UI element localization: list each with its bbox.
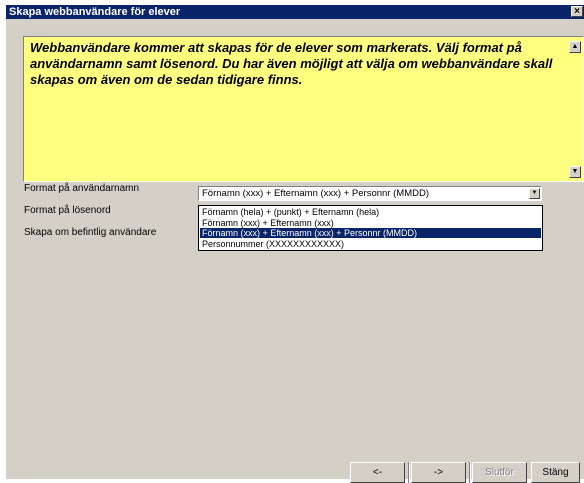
info-panel: Webbanvändare kommer att skapas för de e… [23, 36, 584, 182]
arrow-up-icon: ▲ [571, 43, 579, 50]
username-format-select[interactable]: Förnamn (xxx) + Efternamn (xxx) + Person… [198, 186, 542, 201]
close-button[interactable]: Stäng [531, 462, 580, 483]
close-icon: × [574, 6, 580, 17]
title-bar[interactable]: Skapa webbanvändare för elever × [6, 5, 584, 19]
password-format-label: Format på lösenord [24, 205, 111, 216]
username-format-dropdown: Förnamn (hela) + (punkt) + Efternamn (he… [198, 205, 543, 251]
close-window-button[interactable]: × [571, 6, 583, 17]
dropdown-option[interactable]: Förnamn (xxx) + Efternamn (xxx) [200, 218, 541, 228]
dropdown-option-selected[interactable]: Förnamn (xxx) + Efternamn (xxx) + Person… [200, 228, 541, 238]
dialog-window: Skapa webbanvändare för elever × Webbanv… [5, 4, 584, 483]
arrow-down-icon: ▼ [571, 168, 579, 175]
finish-button[interactable]: Slutför [472, 462, 527, 483]
button-separator [408, 462, 410, 483]
recreate-user-label: Skapa om befintlig användare [24, 227, 157, 238]
back-button[interactable]: <- [350, 462, 405, 483]
button-separator [469, 462, 471, 483]
chevron-down-icon: ▼ [531, 190, 538, 196]
info-scrollbar[interactable]: ▲ ▼ [569, 41, 581, 178]
dropdown-option[interactable]: Förnamn (hela) + (punkt) + Efternamn (he… [200, 207, 541, 217]
dropdown-toggle-button[interactable]: ▼ [529, 188, 540, 199]
username-format-label: Format på användarnamn [24, 183, 140, 194]
scroll-down-button[interactable]: ▼ [569, 166, 581, 178]
username-format-value: Förnamn (xxx) + Efternamn (xxx) + Person… [202, 188, 429, 199]
scroll-up-button[interactable]: ▲ [569, 41, 581, 53]
dropdown-option[interactable]: Personnummer (XXXXXXXXXXXX) [200, 239, 541, 249]
info-text: Webbanvändare kommer att skapas för de e… [30, 40, 553, 87]
window-title: Skapa webbanvändare för elever [9, 6, 181, 18]
next-button[interactable]: -> [411, 462, 466, 483]
